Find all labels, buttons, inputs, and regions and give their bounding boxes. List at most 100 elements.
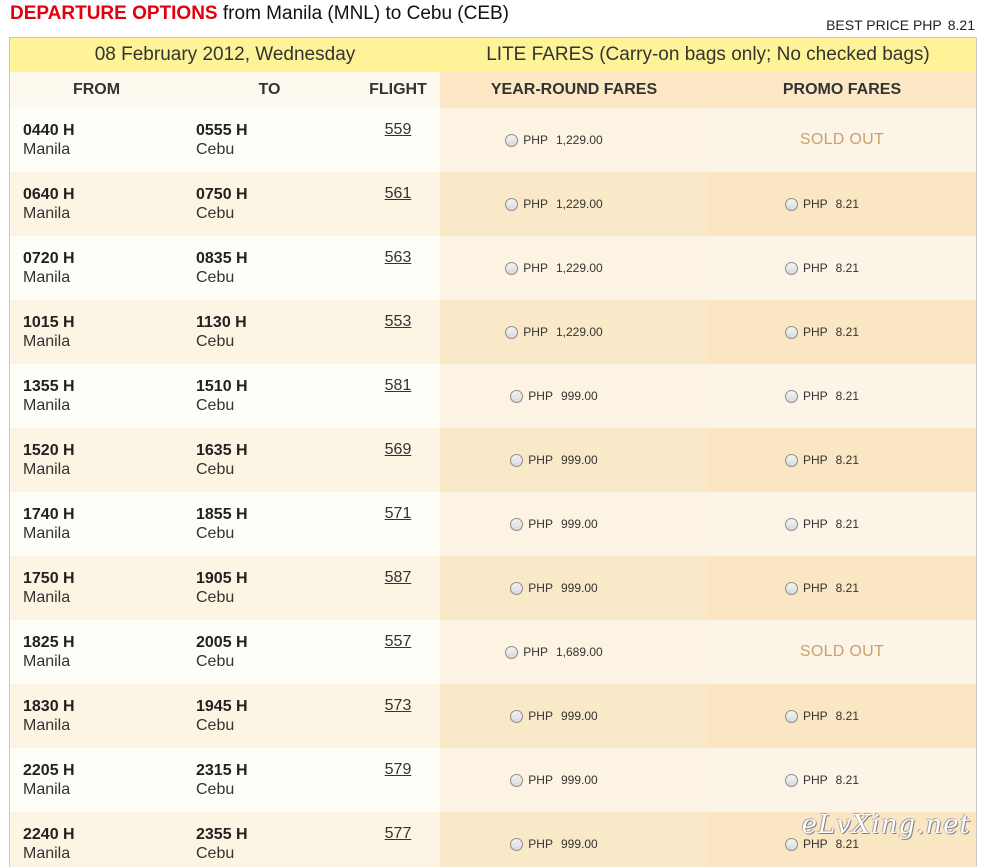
departure-time: 2240 H [23, 826, 75, 843]
flight-number-link[interactable]: 553 [385, 313, 412, 330]
departure-cell: 0440 H Manila [10, 108, 183, 172]
year-round-fare-amount: 999.00 [560, 517, 598, 531]
promo-fare-radio[interactable] [784, 709, 798, 723]
year-round-fare-radio[interactable] [505, 325, 519, 339]
promo-fare-radio[interactable] [784, 837, 798, 851]
departure-city: Manila [23, 269, 71, 286]
promo-fare-radio[interactable] [784, 261, 798, 275]
currency-label: PHP [528, 837, 553, 851]
flight-number-link[interactable]: 577 [385, 825, 412, 842]
year-round-fare-amount: 999.00 [560, 581, 598, 595]
promo-fare-radio[interactable] [784, 773, 798, 787]
flight-number-link[interactable]: 557 [385, 633, 412, 650]
arrival-city: Cebu [196, 397, 235, 414]
flight-number-link[interactable]: 587 [385, 569, 412, 586]
flight-row: 1830 H Manila 1945 H Cebu 573 PHP 999.00 PHP 8.2… [10, 684, 976, 748]
sold-out-label: SOLD OUT [799, 131, 885, 148]
flight-number-link[interactable]: 569 [385, 441, 412, 458]
year-round-fare-option[interactable]: PHP 999.00 [510, 709, 598, 723]
year-round-fare-radio[interactable] [510, 581, 524, 595]
year-round-fare-amount: 999.00 [560, 837, 598, 851]
year-round-fare-radio[interactable] [505, 261, 519, 275]
arrival-city: Cebu [196, 589, 235, 606]
best-price-amount: 8.21 [947, 17, 975, 33]
currency-label: PHP [528, 389, 553, 403]
currency-label: PHP [523, 325, 548, 339]
flight-number-link[interactable]: 563 [385, 249, 412, 266]
departure-city: Manila [23, 333, 71, 350]
flight-number-link[interactable]: 579 [385, 761, 412, 778]
year-round-fare-cell: PHP 1,229.00 [440, 300, 708, 364]
year-round-fare-option[interactable]: PHP 1,229.00 [505, 261, 603, 275]
year-round-fare-radio[interactable] [505, 645, 519, 659]
year-round-fare-radio[interactable] [510, 773, 524, 787]
promo-fare-radio[interactable] [784, 325, 798, 339]
year-round-fare-radio[interactable] [510, 389, 524, 403]
flight-cell: 569 [356, 428, 440, 492]
page-title-route: from Manila (MNL) to Cebu (CEB) [222, 3, 510, 24]
flight-number-link[interactable]: 559 [385, 121, 412, 138]
year-round-fare-cell: PHP 999.00 [440, 492, 708, 556]
year-round-fare-option[interactable]: PHP 999.00 [510, 389, 598, 403]
arrival-time: 2355 H [196, 826, 248, 843]
year-round-fare-radio[interactable] [510, 837, 524, 851]
flight-row: 1740 H Manila 1855 H Cebu 571 PHP 999.00 PHP 8.2… [10, 492, 976, 556]
promo-fare-option[interactable]: PHP 8.21 [784, 389, 859, 403]
departure-city: Manila [23, 141, 71, 158]
year-round-fare-option[interactable]: PHP 1,229.00 [505, 197, 603, 211]
promo-fare-radio[interactable] [784, 389, 798, 403]
flight-number-link[interactable]: 573 [385, 697, 412, 714]
year-round-fare-radio[interactable] [510, 517, 524, 531]
travel-date: 08 February 2012, Wednesday [94, 44, 356, 65]
departure-cell: 1520 H Manila [10, 428, 183, 492]
departure-time: 0640 H [23, 186, 75, 203]
year-round-fare-radio[interactable] [510, 453, 524, 467]
year-round-fare-option[interactable]: PHP 999.00 [510, 581, 598, 595]
year-round-fare-option[interactable]: PHP 999.00 [510, 837, 598, 851]
promo-fare-option[interactable]: PHP 8.21 [784, 773, 859, 787]
promo-fare-option[interactable]: PHP 8.21 [784, 453, 859, 467]
promo-fare-option[interactable]: PHP 8.21 [784, 581, 859, 595]
flight-number-link[interactable]: 561 [385, 185, 412, 202]
flight-number-link[interactable]: 581 [385, 377, 412, 394]
promo-fare-option[interactable]: PHP 8.21 [784, 325, 859, 339]
year-round-fare-option[interactable]: PHP 999.00 [510, 517, 598, 531]
year-round-fare-option[interactable]: PHP 999.00 [510, 773, 598, 787]
year-round-fare-option[interactable]: PHP 1,229.00 [505, 325, 603, 339]
promo-fare-radio[interactable] [784, 453, 798, 467]
flight-cell: 553 [356, 300, 440, 364]
flight-row: 2205 H Manila 2315 H Cebu 579 PHP 999.00 PHP 8.2… [10, 748, 976, 812]
flight-row: 1355 H Manila 1510 H Cebu 581 PHP 999.00 PHP 8.2… [10, 364, 976, 428]
currency-label: PHP [528, 517, 553, 531]
arrival-time: 2315 H [196, 762, 248, 779]
promo-fare-radio[interactable] [784, 197, 798, 211]
year-round-fare-radio[interactable] [505, 133, 519, 147]
promo-fare-option[interactable]: PHP 8.21 [784, 709, 859, 723]
promo-fare-radio[interactable] [784, 581, 798, 595]
promo-fare-cell: PHP 8.21 [708, 684, 976, 748]
year-round-fare-option[interactable]: PHP 1,689.00 [505, 645, 603, 659]
arrival-cell: 1905 H Cebu [183, 556, 356, 620]
page-title: DEPARTURE OPTIONS from Manila (MNL) to C… [10, 3, 509, 25]
promo-fare-option[interactable]: PHP 8.21 [784, 261, 860, 275]
currency-label: PHP [523, 133, 548, 147]
year-round-fare-radio[interactable] [510, 709, 524, 723]
currency-label: PHP [802, 773, 828, 787]
arrival-time: 1510 H [196, 378, 248, 395]
year-round-fare-option[interactable]: PHP 999.00 [510, 453, 598, 467]
promo-fare-cell: SOLD OUT [708, 108, 976, 172]
departure-cell: 1825 H Manila [10, 620, 183, 684]
promo-fare-amount: 8.21 [835, 261, 860, 275]
column-header-to: TO [258, 81, 281, 98]
departure-time: 0440 H [23, 122, 75, 139]
flight-cell: 573 [356, 684, 440, 748]
year-round-fare-cell: PHP 999.00 [440, 684, 708, 748]
year-round-fare-radio[interactable] [505, 197, 519, 211]
promo-fare-option[interactable]: PHP 8.21 [784, 197, 859, 211]
promo-fare-radio[interactable] [784, 517, 798, 531]
flight-cell: 561 [356, 172, 440, 236]
promo-fare-option[interactable]: PHP 8.21 [784, 517, 859, 531]
flight-number-link[interactable]: 571 [385, 505, 412, 522]
currency-label: PHP [802, 261, 828, 275]
year-round-fare-option[interactable]: PHP 1,229.00 [505, 133, 603, 147]
